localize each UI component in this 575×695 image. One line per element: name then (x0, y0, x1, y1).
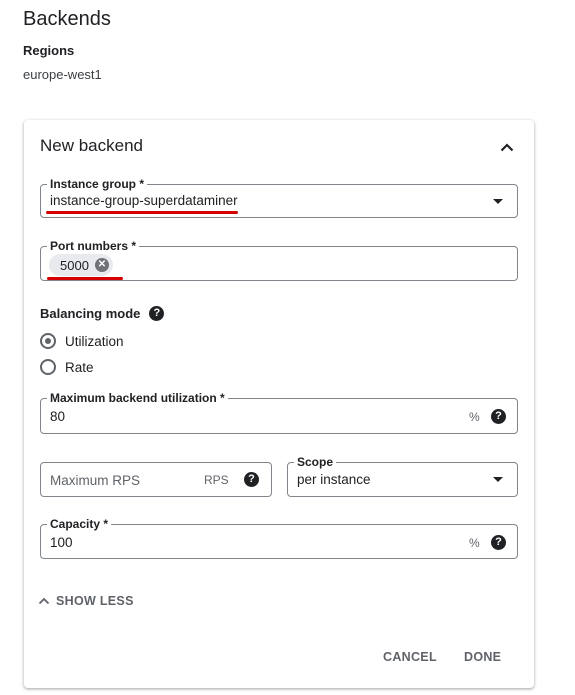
max-utilization-value: 80 (50, 409, 66, 424)
chevron-up-small-icon (38, 597, 50, 605)
capacity-field[interactable]: Capacity * 100 % ? (40, 516, 518, 559)
instance-group-label: Instance group * (47, 176, 148, 192)
radio-button-unchecked[interactable] (40, 359, 56, 375)
scope-value: per instance (297, 472, 371, 487)
dropdown-arrow-icon (493, 199, 503, 204)
max-utilization-field[interactable]: Maximum backend utilization * 80 % ? (40, 390, 518, 434)
balancing-mode-label: Balancing mode (40, 306, 141, 321)
port-chip: 5000 ✕ (49, 254, 113, 276)
radio-button-checked[interactable] (40, 333, 56, 349)
max-rps-field[interactable]: Maximum RPS RPS ? (40, 462, 272, 497)
dropdown-arrow-icon (493, 477, 503, 482)
max-utilization-label: Maximum backend utilization * (47, 390, 228, 406)
radio-rate[interactable]: Rate (40, 359, 94, 375)
help-icon[interactable]: ? (149, 306, 165, 321)
radio-rate-label: Rate (65, 359, 94, 375)
capacity-value: 100 (50, 535, 73, 550)
capacity-label: Capacity * (47, 516, 112, 532)
chip-remove-icon[interactable]: ✕ (94, 258, 109, 272)
done-button[interactable]: DONE (464, 650, 501, 664)
collapse-button[interactable] (496, 136, 518, 158)
show-less-button[interactable]: SHOW LESS (38, 594, 134, 608)
scope-label: Scope (294, 454, 337, 470)
balancing-mode-header: Balancing mode ? (40, 306, 165, 321)
rps-suffix: RPS (204, 473, 229, 487)
instance-group-value: instance-group-superdataminer (50, 193, 238, 208)
help-icon[interactable]: ? (491, 535, 506, 550)
new-backend-card: New backend Instance group * instance-gr… (24, 120, 534, 688)
help-icon[interactable]: ? (244, 472, 259, 487)
annotation-underline (46, 211, 238, 214)
radio-utilization[interactable]: Utilization (40, 333, 124, 349)
card-title: New backend (40, 136, 144, 155)
page-title: Backends (23, 8, 111, 30)
port-numbers-field[interactable]: Port numbers * 5000 ✕ (40, 238, 518, 281)
regions-value: europe-west1 (23, 67, 102, 82)
scope-select[interactable]: Scope per instance (287, 454, 518, 497)
help-icon[interactable]: ? (491, 409, 506, 424)
cancel-button[interactable]: CANCEL (383, 650, 437, 664)
max-rps-placeholder: Maximum RPS (50, 473, 141, 488)
percent-suffix: % (469, 536, 480, 550)
radio-utilization-label: Utilization (65, 333, 124, 349)
regions-label: Regions (23, 43, 75, 58)
annotation-underline (47, 277, 123, 280)
port-numbers-label: Port numbers * (47, 238, 140, 254)
percent-suffix: % (469, 410, 480, 424)
chevron-up-icon (500, 142, 514, 151)
port-chip-label: 5000 (60, 257, 89, 273)
show-less-label: SHOW LESS (56, 594, 134, 608)
